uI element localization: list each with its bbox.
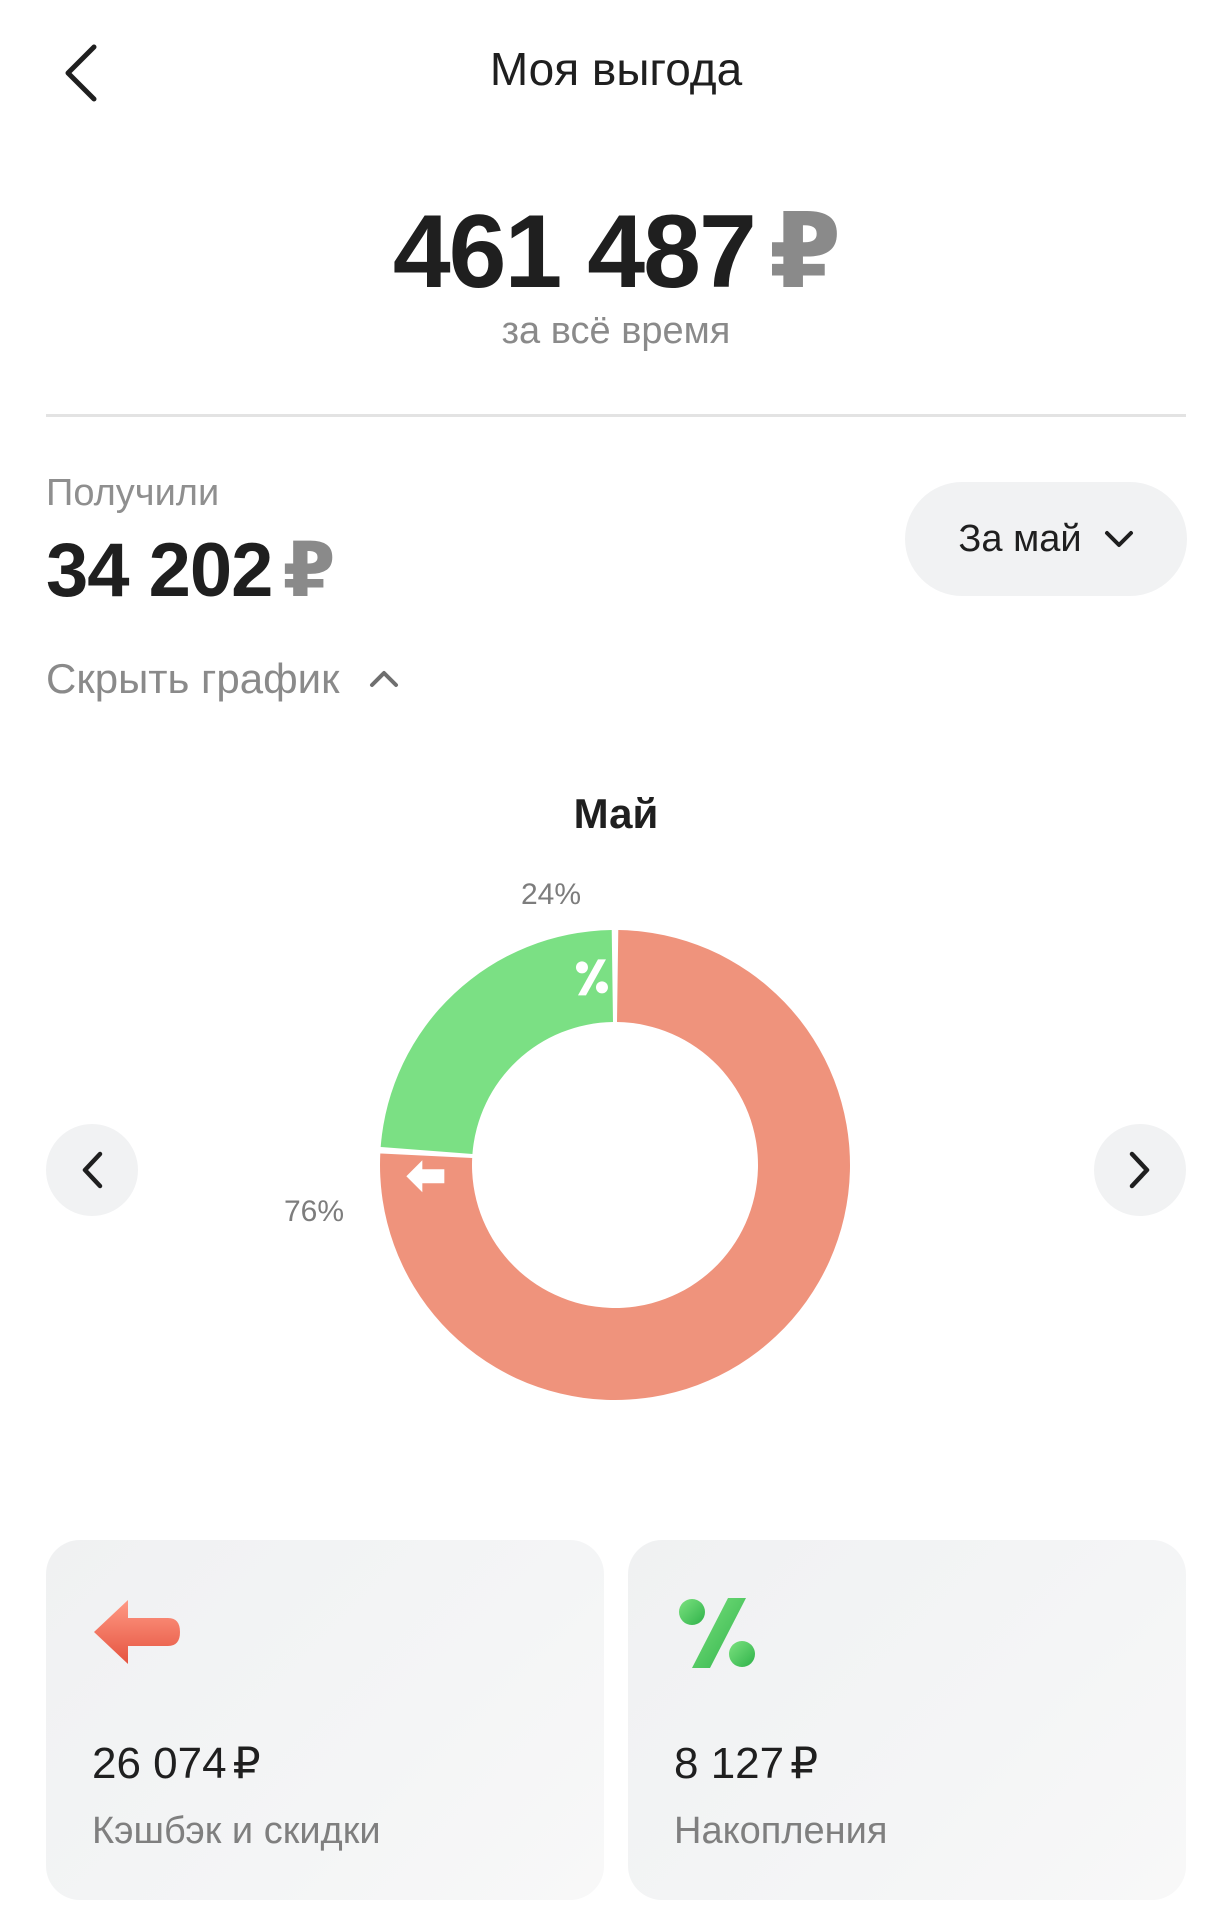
savings-label: Накопления: [674, 1810, 888, 1852]
chevron-right-icon: [1129, 1151, 1150, 1189]
total-subtitle: за всё время: [501, 310, 731, 352]
chart-title: Май: [573, 790, 659, 837]
hide-chart-toggle[interactable]: Скрыть график: [46, 655, 399, 703]
currency-sign: ₽: [282, 528, 335, 613]
period-label: За май: [958, 517, 1082, 560]
cashback-card[interactable]: 26 074 ₽ Кэшбэк и скидки: [46, 1540, 604, 1900]
divider: [46, 414, 1186, 417]
savings-card[interactable]: 8 127 ₽ Накопления: [628, 1540, 1186, 1900]
period-selector-button[interactable]: За май: [905, 482, 1187, 596]
currency-sign: ₽: [768, 194, 841, 310]
received-amount: 34 202: [46, 528, 273, 613]
received-amount-block: 34 202 ₽: [46, 525, 335, 614]
chart-next-button[interactable]: [1094, 1124, 1186, 1216]
percent-icon: [670, 1592, 770, 1677]
total-amount: 461 487: [392, 194, 757, 310]
chevron-up-icon: [370, 671, 399, 687]
hide-chart-label: Скрыть график: [46, 655, 340, 702]
savings-amount: 8 127: [674, 1739, 785, 1788]
chevron-down-icon: [1104, 531, 1133, 547]
donut-chart: [380, 930, 850, 1400]
cashback-label: Кэшбэк и скидки: [92, 1810, 381, 1852]
cashback-amount-block: 26 074 ₽: [92, 1738, 261, 1789]
currency-sign: ₽: [232, 1739, 261, 1788]
cashback-amount: 26 074: [92, 1739, 227, 1788]
slice-label-savings: 24%: [521, 878, 582, 911]
total-savings: 461 487 ₽: [0, 190, 1232, 312]
page-title: Моя выгода: [489, 43, 743, 95]
arrow-left-icon: [88, 1592, 188, 1677]
savings-amount-block: 8 127 ₽: [674, 1738, 818, 1789]
chart-prev-button[interactable]: [46, 1124, 138, 1216]
slice-label-cashback: 76%: [284, 1195, 345, 1228]
received-label: Получили: [46, 472, 220, 514]
chevron-left-icon: [82, 1151, 103, 1189]
currency-sign: ₽: [790, 1739, 819, 1788]
